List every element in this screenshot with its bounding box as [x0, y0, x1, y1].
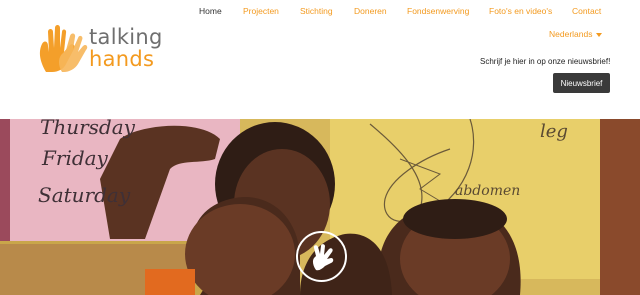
- sign-language-hand-icon: [312, 244, 334, 271]
- nav-item-fondsenwerving[interactable]: Fondsenwerving: [407, 6, 469, 16]
- nav-item-stichting[interactable]: Stichting: [300, 6, 333, 16]
- logo-text-talking: talking: [89, 25, 163, 49]
- language-label: Nederlands: [549, 29, 593, 39]
- board-word: Thursday: [40, 119, 135, 139]
- site-header: talking hands Home Projecten Stichting D…: [0, 0, 640, 119]
- logo-text-hands: hands: [89, 47, 155, 71]
- hands-logo-icon: [39, 25, 88, 72]
- play-video-button[interactable]: [296, 231, 347, 282]
- nav-item-doneren[interactable]: Doneren: [354, 6, 387, 16]
- wall-word: abdomen: [455, 183, 521, 199]
- board-word: Saturday: [38, 183, 131, 207]
- hero-image: Thursday Friday Saturday leg abdomen: [0, 119, 640, 295]
- caret-down-icon: [596, 32, 603, 37]
- wall-word: leg: [540, 121, 568, 142]
- nav-item-projecten[interactable]: Projecten: [243, 6, 279, 16]
- main-navigation: Home Projecten Stichting Doneren Fondsen…: [0, 6, 640, 20]
- newsletter-button[interactable]: Nieuwsbrief: [553, 73, 610, 93]
- board-word: Friday: [42, 146, 108, 170]
- nav-item-contact[interactable]: Contact: [572, 6, 601, 16]
- language-selector[interactable]: Nederlands: [549, 29, 603, 39]
- nav-item-home[interactable]: Home: [199, 6, 222, 16]
- site-logo[interactable]: talking hands: [36, 22, 166, 74]
- newsletter-prompt: Schrijf je hier in op onze nieuwsbrief!: [480, 57, 611, 66]
- nav-item-fotos-videos[interactable]: Foto's en video's: [489, 6, 552, 16]
